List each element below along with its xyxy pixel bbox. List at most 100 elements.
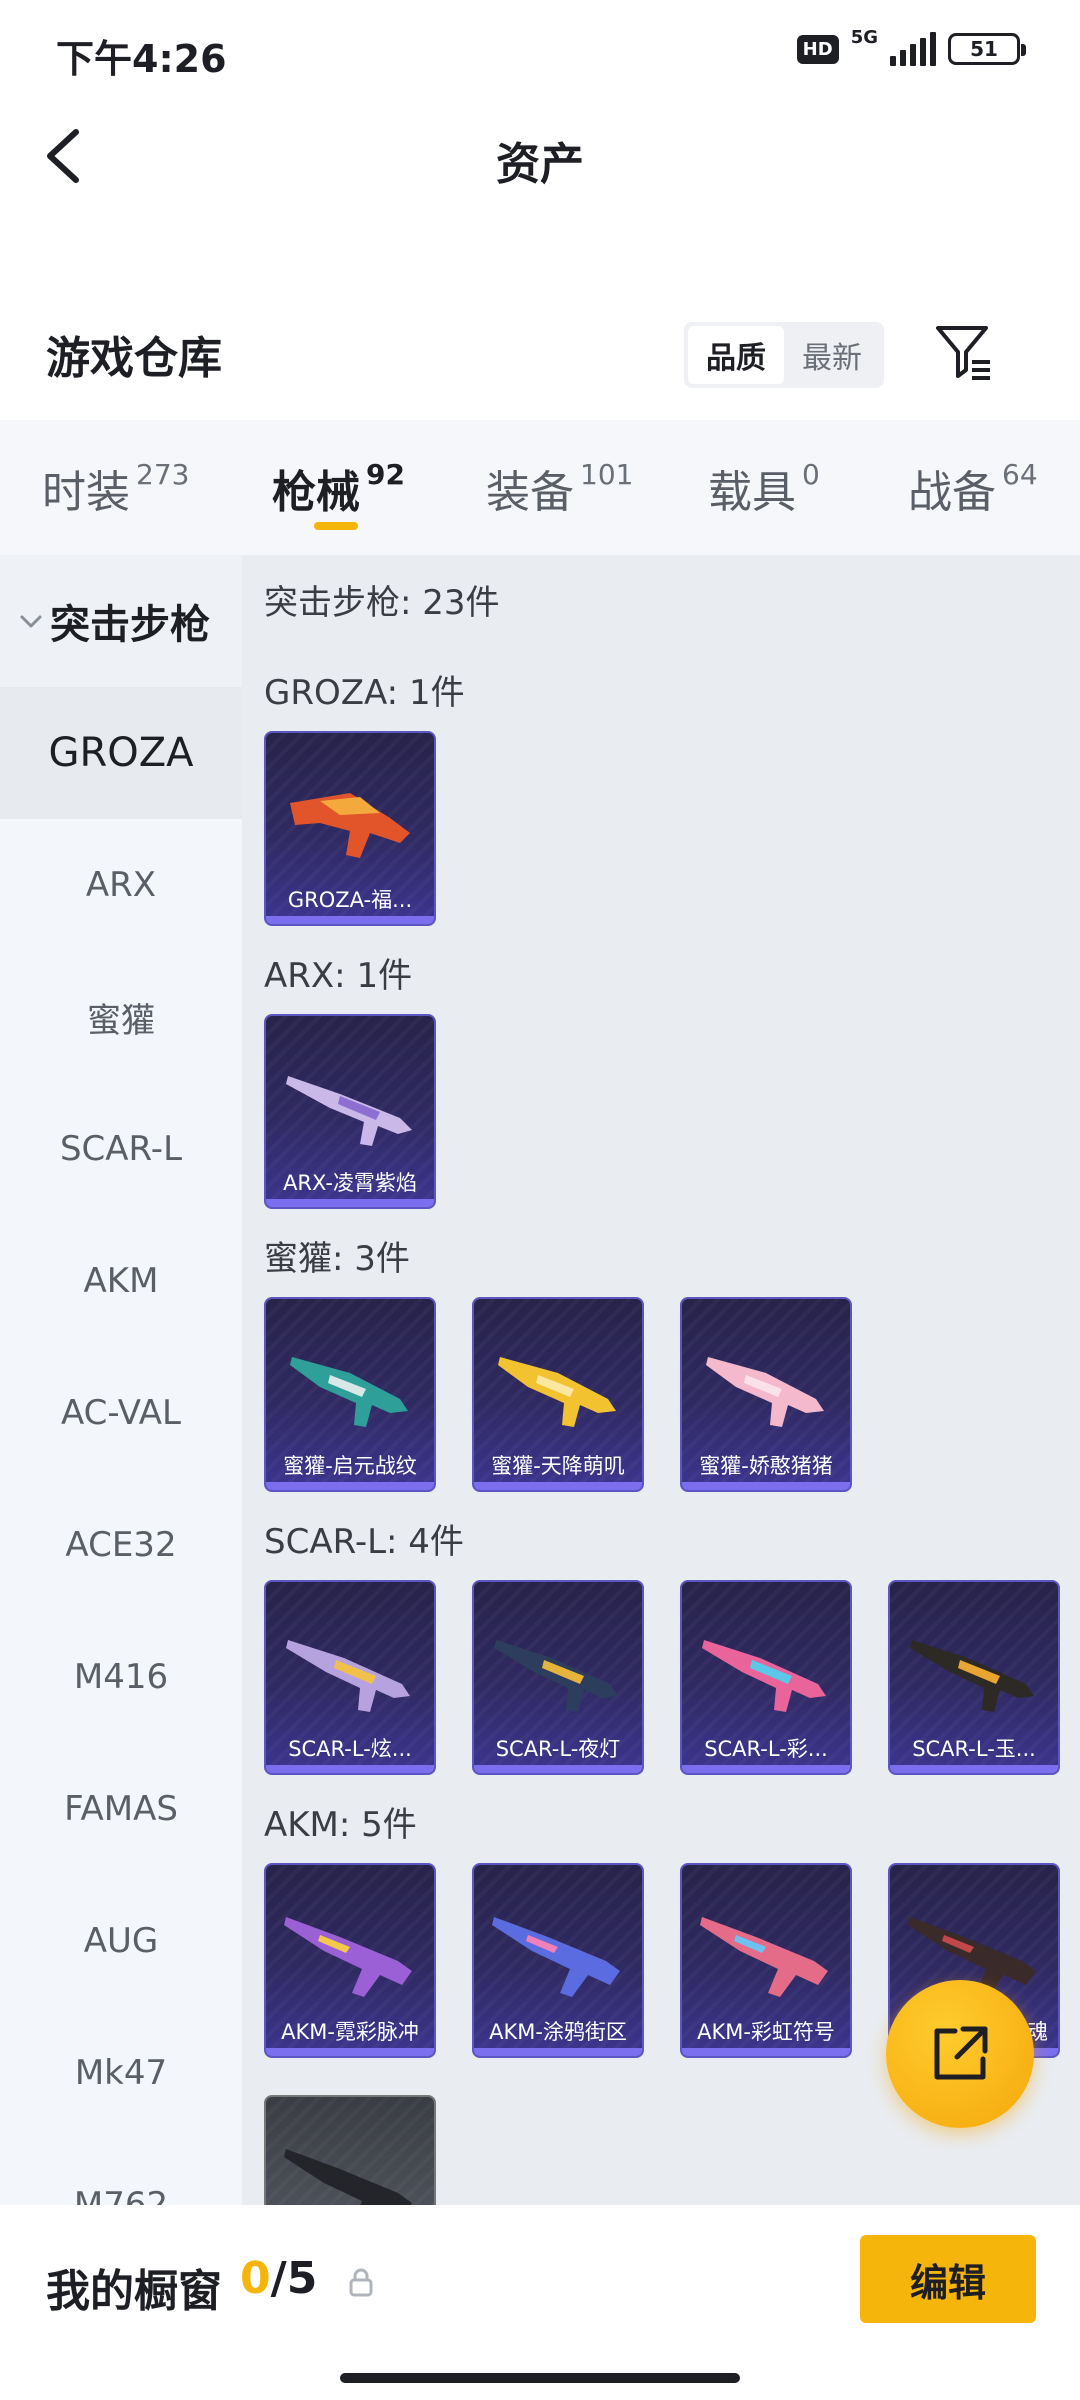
weapon-sidebar: 突击步枪 GROZA ARX 蜜獾 SCAR-L AKM AC-VAL ACE3…: [0, 555, 242, 2205]
gun-image: [498, 1357, 616, 1427]
sort-toggle: 品质 最新: [684, 322, 884, 388]
weapon-card[interactable]: AKM-彩虹符号: [680, 1863, 852, 2058]
gun-image: [910, 1640, 1034, 1712]
share-external-icon: [934, 2026, 988, 2080]
section-title: GROZA: 1件: [264, 673, 465, 713]
battery-level: 51: [970, 37, 998, 61]
weapon-card[interactable]: 蜜獾-娇憨猪猪: [680, 1297, 852, 1492]
weapon-card-name: 蜜獾-启元战纹: [283, 1454, 417, 1478]
sidebar-item-m416[interactable]: M416: [0, 1611, 242, 1743]
sort-newest-button[interactable]: 最新: [784, 326, 880, 384]
weapon-card-name: AKM-彩虹符号: [697, 2020, 835, 2044]
sidebar-item-aug[interactable]: AUG: [0, 1875, 242, 2007]
weapon-card[interactable]: SCAR-L-玉...: [888, 1580, 1060, 1775]
showcase-label: 我的橱窗: [46, 2266, 222, 2317]
tab-label: 时装: [42, 467, 130, 518]
weapon-card[interactable]: SCAR-L-彩...: [680, 1580, 852, 1775]
weapon-card-name: SCAR-L-炫...: [288, 1737, 412, 1761]
home-indicator: [340, 2373, 740, 2383]
app-header: 资产: [0, 100, 1080, 210]
weapon-card[interactable]: AKM-涂鸦街区: [472, 1863, 644, 2058]
signal-icon: [890, 32, 936, 66]
filter-icon[interactable]: [934, 322, 994, 384]
weapon-card-name: ARX-凌霄紫焰: [283, 1171, 417, 1195]
weapon-card[interactable]: AKM-霓彩脉冲: [264, 1863, 436, 2058]
sidebar-item-akm[interactable]: AKM: [0, 1215, 242, 1347]
sidebar-item-mk47[interactable]: Mk47: [0, 2007, 242, 2139]
weapon-card-name: GROZA-福...: [287, 888, 413, 912]
gun-image: [706, 1357, 824, 1427]
gun-image: [290, 1357, 408, 1427]
sidebar-category-label: 突击步枪: [50, 602, 210, 648]
tab-vehicles[interactable]: 载具 0: [708, 456, 820, 520]
weapon-card[interactable]: 蜜獾-天降萌叽: [472, 1297, 644, 1492]
rarity-bar: [682, 2048, 850, 2056]
sidebar-item-scar-l[interactable]: SCAR-L: [0, 1083, 242, 1215]
showcase-count-current: 0: [240, 2253, 271, 2304]
rarity-bar: [266, 2048, 434, 2056]
hd-icon: HD: [796, 34, 839, 64]
status-bar: 下午4:26 HD 5G 51: [0, 0, 1080, 100]
sidebar-item-ace32[interactable]: ACE32: [0, 1479, 242, 1611]
edit-button[interactable]: 编辑: [860, 2235, 1036, 2323]
sidebar-item-famas[interactable]: FAMAS: [0, 1743, 242, 1875]
rarity-bar: [266, 1199, 434, 1207]
lock-icon: [349, 2268, 373, 2297]
share-fab-button[interactable]: [886, 1980, 1034, 2128]
rarity-bar: [682, 1765, 850, 1773]
weapon-card[interactable]: SCAR-L-夜灯: [472, 1580, 644, 1775]
category-tabs: 时装 273 枪械 92 装备 101 载具 0 战备 64: [0, 420, 1080, 555]
chevron-down-icon: [20, 615, 42, 628]
gun-image: [702, 1640, 826, 1712]
section-title: SCAR-L: 4件: [264, 1522, 464, 1562]
rarity-bar: [266, 1482, 434, 1490]
gun-image: [700, 1917, 828, 1997]
section-title: 蜜獾: 3件: [264, 1239, 410, 1279]
battery-icon: 51: [948, 33, 1026, 65]
sidebar-item-ac-val[interactable]: AC-VAL: [0, 1347, 242, 1479]
weapon-card-name: SCAR-L-彩...: [704, 1737, 828, 1761]
rarity-bar: [474, 1765, 642, 1773]
weapon-card-name: SCAR-L-夜灯: [495, 1737, 621, 1761]
weapon-grid: 突击步枪: 23件 GROZA: 1件 GROZA-福... ARX: 1件 A…: [242, 555, 1080, 2205]
gun-image: [290, 793, 410, 858]
gun-image: [492, 1917, 620, 1997]
tab-equipment[interactable]: 装备 101: [486, 456, 633, 520]
weapon-card[interactable]: 蜜獾-启元战纹: [264, 1297, 436, 1492]
sort-quality-button[interactable]: 品质: [688, 326, 784, 384]
weapon-card[interactable]: ARX-凌霄紫焰: [264, 1014, 436, 1209]
tab-label: 战备: [908, 467, 996, 518]
status-time: 下午4:26: [56, 37, 227, 81]
tab-firearms[interactable]: 枪械 92: [272, 456, 405, 520]
warehouse-title: 游戏仓库: [46, 333, 222, 384]
rarity-bar: [266, 1765, 434, 1773]
section-title: ARX: 1件: [264, 956, 413, 996]
sidebar-item-arx[interactable]: ARX: [0, 819, 242, 951]
tab-label: 枪械: [272, 467, 360, 518]
tab-label: 装备: [486, 467, 574, 518]
weapon-card[interactable]: GROZA-福...: [264, 731, 436, 926]
sidebar-item-honey-badger[interactable]: 蜜獾: [0, 951, 242, 1083]
summary-count: 突击步枪: 23件: [264, 583, 500, 623]
rarity-bar: [474, 1482, 642, 1490]
tab-supplies[interactable]: 战备 64: [908, 456, 1038, 520]
sidebar-category-assault-rifle[interactable]: 突击步枪: [0, 555, 242, 687]
showcase-bar: 我的橱窗 0/5 编辑: [0, 2205, 1080, 2400]
active-tab-indicator: [314, 522, 358, 530]
showcase-count: 0/5: [240, 2253, 317, 2304]
weapon-card-name: AKM-霓彩脉冲: [281, 2020, 419, 2044]
rarity-bar: [474, 2048, 642, 2056]
tab-fashion[interactable]: 时装 273: [42, 456, 189, 520]
rarity-bar: [682, 1482, 850, 1490]
rarity-bar: [890, 1765, 1058, 1773]
tab-count: 92: [366, 458, 405, 491]
weapon-card[interactable]: SCAR-L-炫...: [264, 1580, 436, 1775]
weapon-card-name: 蜜獾-天降萌叽: [491, 1454, 625, 1478]
gun-image: [284, 2149, 412, 2205]
network-type: 5G: [850, 26, 878, 48]
weapon-card[interactable]: [264, 2095, 436, 2205]
sidebar-item-groza[interactable]: GROZA: [0, 687, 242, 819]
page-title: 资产: [496, 139, 584, 190]
tab-count: 273: [136, 458, 190, 491]
sidebar-item-m762[interactable]: M762: [0, 2139, 242, 2205]
